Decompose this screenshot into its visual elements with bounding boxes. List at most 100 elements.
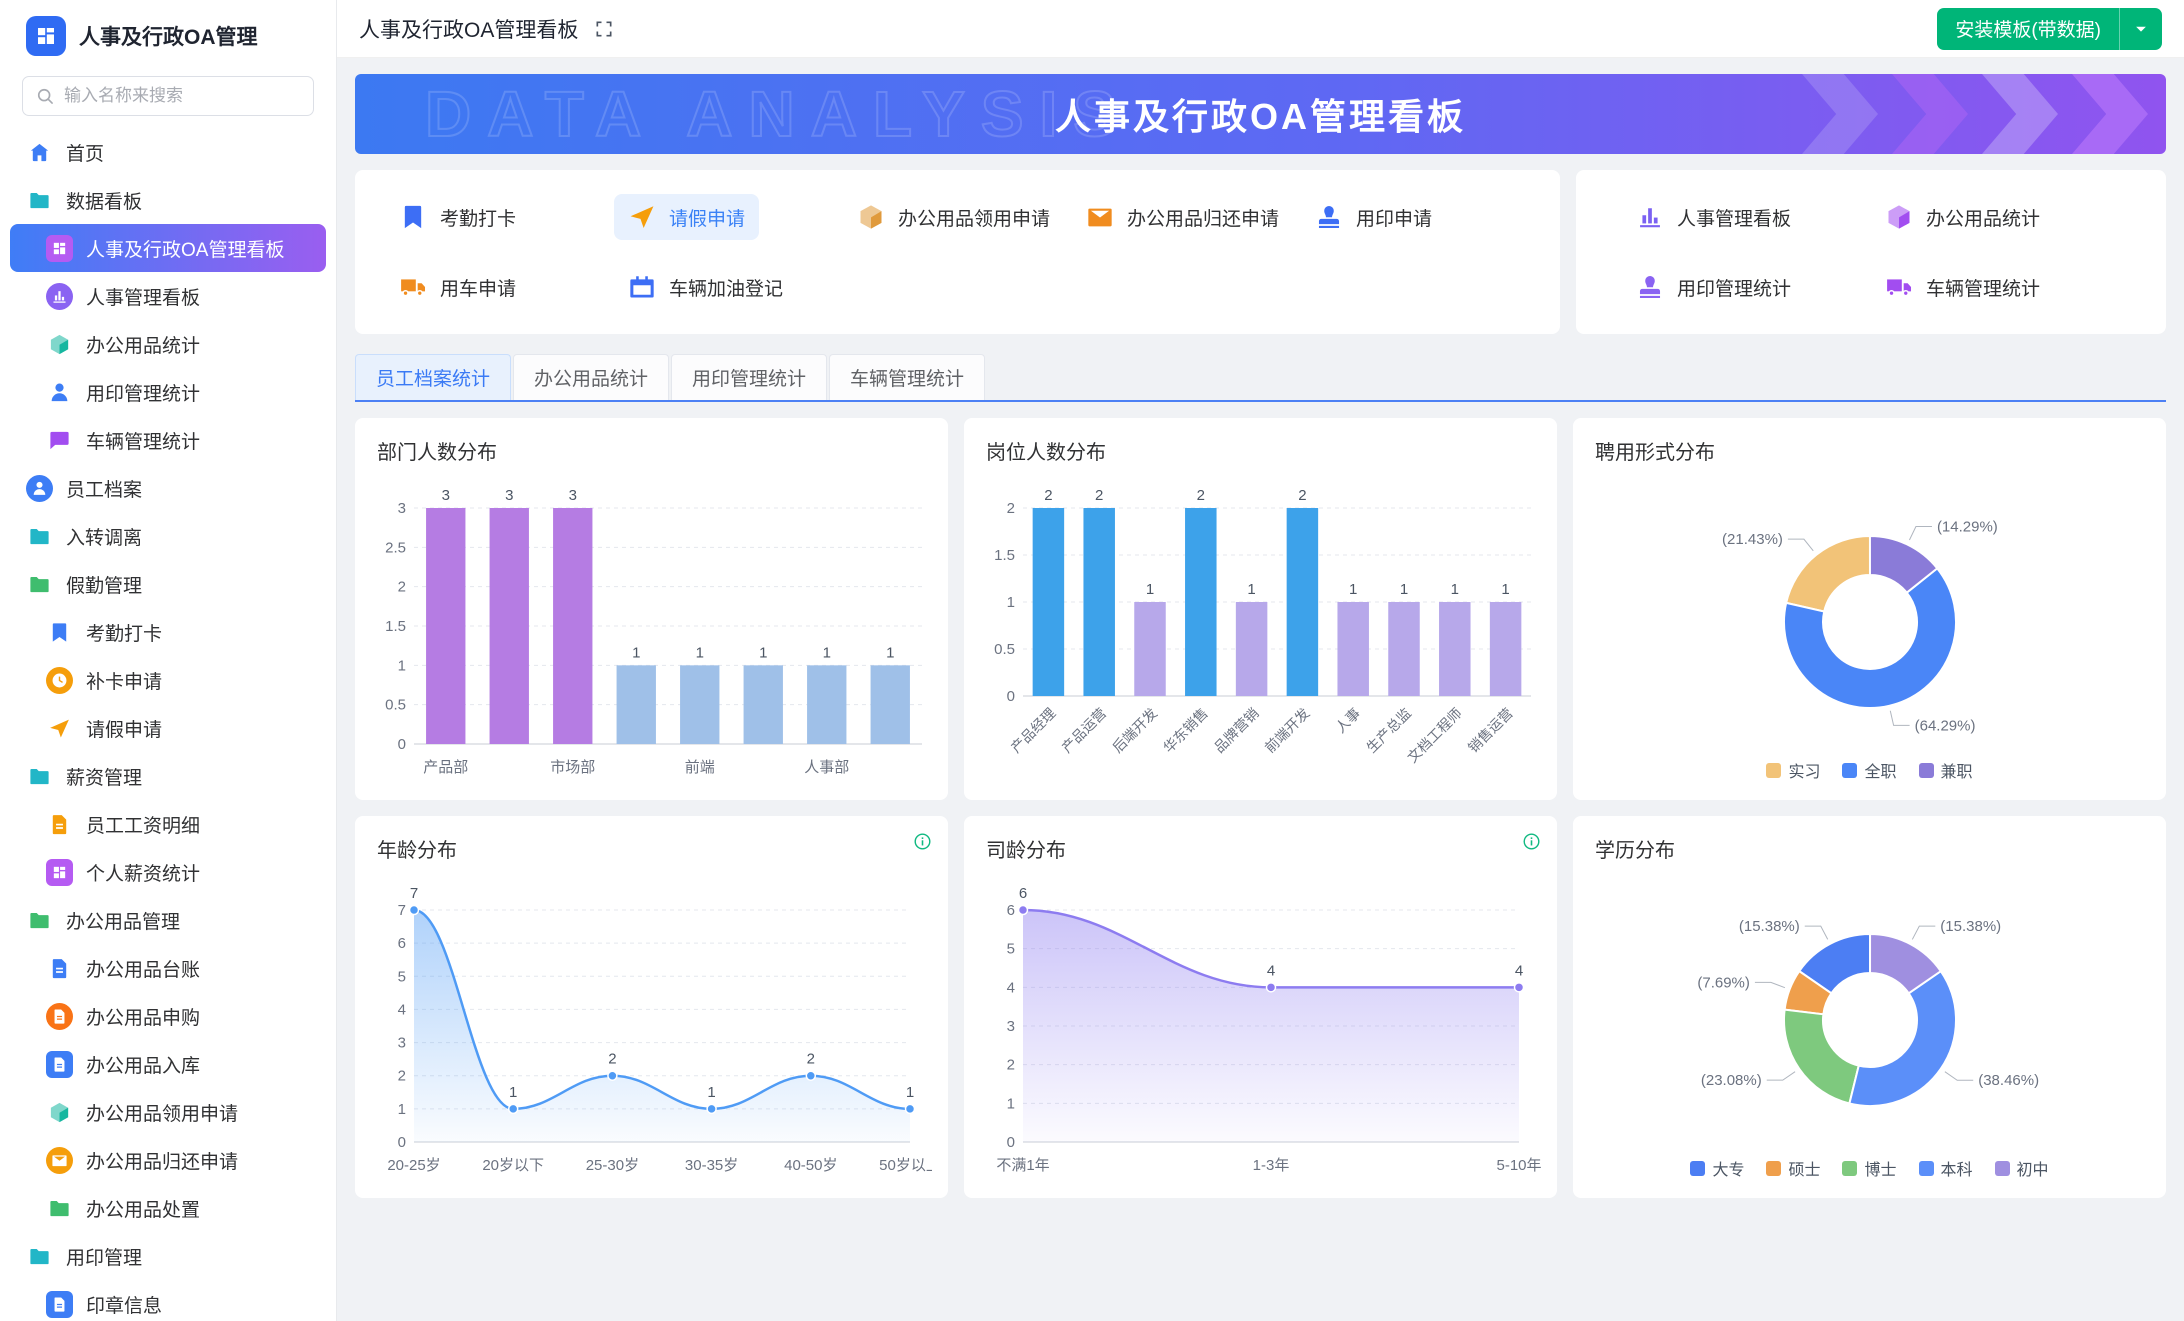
svg-text:25-30岁: 25-30岁 bbox=[585, 1157, 638, 1174]
legend-item[interactable]: 本科 bbox=[1919, 1156, 1973, 1180]
sidebar-item[interactable]: 用印管理 bbox=[10, 1232, 326, 1280]
bookmark-icon bbox=[48, 621, 71, 644]
label-line bbox=[1754, 982, 1784, 987]
legend-item[interactable]: 实习 bbox=[1766, 758, 1820, 782]
svg-text:3: 3 bbox=[397, 500, 405, 517]
legend-item[interactable]: 博士 bbox=[1842, 1156, 1896, 1180]
sidebar-item[interactable]: 假勤管理 bbox=[10, 560, 326, 608]
stat-link[interactable]: 用印管理统计 bbox=[1622, 264, 1805, 310]
quick-link[interactable]: 用印申请 bbox=[1301, 194, 1446, 240]
sidebar-item[interactable]: 办公用品管理 bbox=[10, 896, 326, 944]
info-icon[interactable] bbox=[913, 832, 932, 851]
svg-text:1: 1 bbox=[1399, 581, 1407, 598]
sidebar-item[interactable]: 用印管理统计 bbox=[10, 368, 326, 416]
slice bbox=[1786, 536, 1870, 612]
sidebar-item[interactable]: 考勤打卡 bbox=[10, 608, 326, 656]
svg-text:2.5: 2.5 bbox=[385, 539, 406, 556]
svg-text:1: 1 bbox=[632, 644, 640, 661]
sidebar-item[interactable]: 人事管理看板 bbox=[10, 272, 326, 320]
search-input[interactable] bbox=[64, 86, 301, 106]
tab-车辆管理统计[interactable]: 车辆管理统计 bbox=[829, 354, 985, 400]
svg-text:2: 2 bbox=[806, 1051, 814, 1068]
legend-item[interactable]: 初中 bbox=[1995, 1156, 2049, 1180]
bar-chart-post-headcount: 00.511.522产品经理2产品运营1后端开发2华东销售1品牌营销2前端开发1… bbox=[981, 478, 1541, 788]
sidebar-item[interactable]: 办公用品领用申请 bbox=[10, 1088, 326, 1136]
sidebar-item[interactable]: 数据看板 bbox=[10, 176, 326, 224]
banner-watermark: DATA ANALYSIS bbox=[425, 77, 1132, 151]
sidebar-item[interactable]: 办公用品申购 bbox=[10, 992, 326, 1040]
folder-icon bbox=[26, 523, 53, 550]
stat-link[interactable]: 人事管理看板 bbox=[1622, 194, 1805, 240]
svg-text:1: 1 bbox=[905, 1084, 913, 1101]
sidebar-item[interactable]: 人事及行政OA管理看板 bbox=[10, 224, 326, 272]
sidebar-item[interactable]: 补卡申请 bbox=[10, 656, 326, 704]
svg-text:(64.29%): (64.29%) bbox=[1914, 717, 1975, 734]
fullscreen-icon[interactable] bbox=[594, 19, 614, 39]
svg-text:生产总监: 生产总监 bbox=[1363, 705, 1414, 756]
sidebar-item[interactable]: 个人薪资统计 bbox=[10, 848, 326, 896]
sidebar-item[interactable]: 办公用品入库 bbox=[10, 1040, 326, 1088]
svg-text:3: 3 bbox=[568, 487, 576, 504]
person-icon bbox=[31, 480, 48, 497]
stat-link[interactable]: 车辆管理统计 bbox=[1871, 264, 2054, 310]
tab-办公用品统计[interactable]: 办公用品统计 bbox=[513, 354, 669, 400]
legend-item[interactable]: 硕士 bbox=[1766, 1156, 1820, 1180]
tab-用印管理统计[interactable]: 用印管理统计 bbox=[671, 354, 827, 400]
folder-icon bbox=[26, 763, 53, 790]
bar bbox=[1185, 508, 1216, 696]
tab-员工档案统计[interactable]: 员工档案统计 bbox=[355, 354, 511, 400]
sidebar-item[interactable]: 员工工资明细 bbox=[10, 800, 326, 848]
sidebar-item-label: 补卡申请 bbox=[86, 667, 162, 694]
sidebar-item[interactable]: 请假申请 bbox=[10, 704, 326, 752]
sidebar-item[interactable]: 办公用品统计 bbox=[10, 320, 326, 368]
sidebar-item[interactable]: 薪资管理 bbox=[10, 752, 326, 800]
sidebar-item-label: 个人薪资统计 bbox=[86, 859, 200, 886]
sidebar-search[interactable] bbox=[22, 76, 314, 116]
chart-card-employment-type: 聘用形式分布(21.43%)(64.29%)(14.29%)实习全职兼职 bbox=[1573, 418, 2166, 800]
svg-text:2: 2 bbox=[1298, 487, 1306, 504]
quick-link[interactable]: 办公用品领用申请 bbox=[843, 194, 1064, 240]
legend-item[interactable]: 全职 bbox=[1842, 758, 1896, 782]
sidebar-item[interactable]: 办公用品台账 bbox=[10, 944, 326, 992]
sidebar-item[interactable]: 办公用品处置 bbox=[10, 1184, 326, 1232]
content: DATA ANALYSIS 人事及行政OA管理看板 考勤打卡请假申请办公用品领用… bbox=[337, 58, 2184, 1214]
sidebar-item-label: 办公用品管理 bbox=[66, 907, 180, 934]
bar bbox=[1235, 602, 1266, 696]
folder-icon bbox=[26, 1243, 53, 1270]
stat-links-card: 人事管理看板 办公用品统计用印管理统计 车辆管理统计 bbox=[1576, 170, 2166, 334]
stamp-icon bbox=[1315, 203, 1343, 231]
install-template-button[interactable]: 安装模板(带数据) bbox=[1937, 8, 2162, 50]
quick-link[interactable]: 用车申请 bbox=[385, 264, 530, 310]
quick-link[interactable]: 办公用品归还申请 bbox=[1072, 194, 1293, 240]
sidebar-item[interactable]: 办公用品归还申请 bbox=[10, 1136, 326, 1184]
bar bbox=[870, 665, 909, 744]
sidebar-item[interactable]: 首页 bbox=[10, 128, 326, 176]
legend-item[interactable]: 兼职 bbox=[1919, 758, 1973, 782]
quick-link[interactable]: 车辆加油登记 bbox=[614, 264, 797, 310]
doc-icon bbox=[51, 1056, 68, 1073]
fullscreen-icon bbox=[594, 19, 614, 39]
legend-label: 大专 bbox=[1712, 1156, 1744, 1180]
quick-link[interactable]: 请假申请 bbox=[614, 194, 759, 240]
stat-link-label: 办公用品统计 bbox=[1926, 204, 2040, 231]
sidebar-item-label: 用印管理 bbox=[66, 1243, 142, 1270]
label-line bbox=[1909, 526, 1932, 540]
quick-link[interactable]: 考勤打卡 bbox=[385, 194, 530, 240]
sidebar-item[interactable]: 员工档案 bbox=[10, 464, 326, 512]
bar bbox=[1083, 508, 1114, 696]
svg-text:1: 1 bbox=[1450, 581, 1458, 598]
legend-item[interactable]: 大专 bbox=[1690, 1156, 1744, 1180]
stat-link[interactable]: 办公用品统计 bbox=[1871, 194, 2054, 240]
doc-icon bbox=[46, 955, 73, 982]
sidebar-item[interactable]: 入转调离 bbox=[10, 512, 326, 560]
svg-text:4: 4 bbox=[1006, 979, 1014, 996]
sidebar-item[interactable]: 印章信息 bbox=[10, 1280, 326, 1321]
caret-down-icon[interactable] bbox=[2119, 8, 2162, 50]
chart-body: (21.43%)(64.29%)(14.29%)实习全职兼职 bbox=[1589, 465, 2150, 788]
brand: 人事及行政OA管理 bbox=[0, 0, 336, 64]
info-icon[interactable] bbox=[1522, 832, 1541, 851]
sidebar-item-label: 办公用品入库 bbox=[86, 1051, 200, 1078]
svg-text:人事: 人事 bbox=[1332, 705, 1363, 736]
sidebar-item[interactable]: 车辆管理统计 bbox=[10, 416, 326, 464]
truck-icon bbox=[1885, 273, 1913, 301]
